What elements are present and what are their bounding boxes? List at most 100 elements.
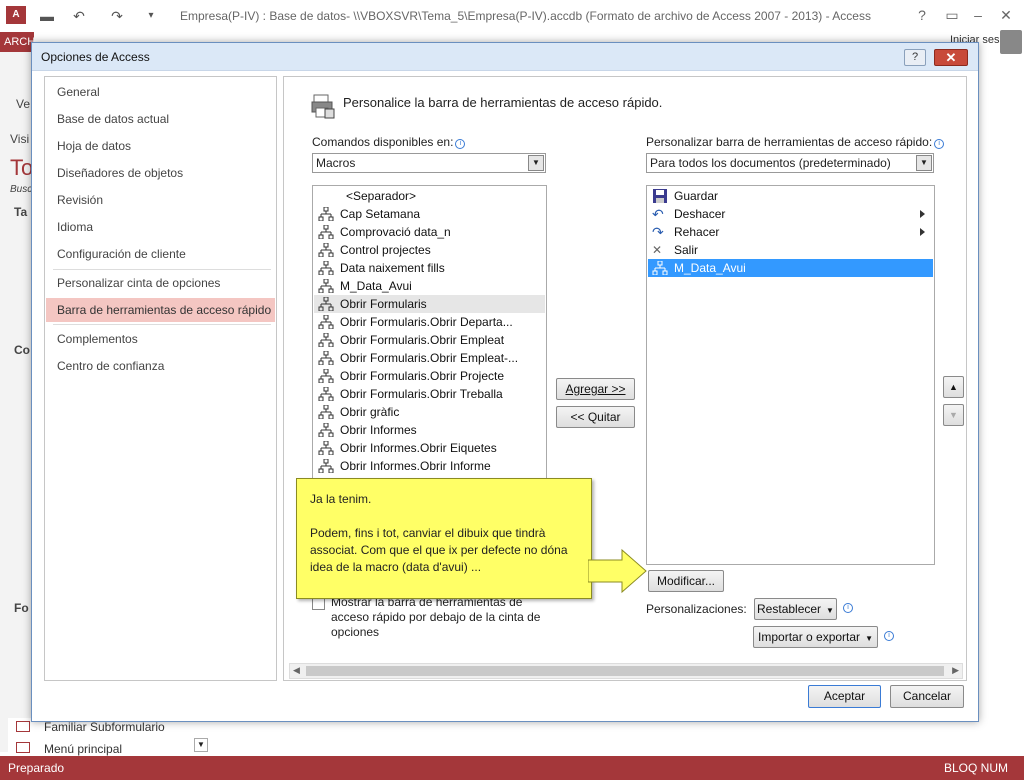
horizontal-scrollbar[interactable]: ◀ ▶: [289, 663, 963, 679]
nav-datasheet[interactable]: Hoja de datos: [46, 134, 275, 158]
list-item[interactable]: Comprovació data_n: [314, 223, 545, 241]
nav-fragment: Visi: [10, 132, 30, 146]
nav-general[interactable]: General: [46, 80, 275, 104]
list-item[interactable]: Obrir gràfic: [314, 403, 545, 421]
toolbar-commands-list[interactable]: Guardar ↶ Deshacer ↷ Rehacer ✕ Salir M_D…: [646, 185, 935, 565]
save-icon: [653, 189, 667, 203]
nav-divider: [53, 324, 271, 325]
available-commands-list[interactable]: <Separador> Cap Setamana Comprovació dat…: [312, 185, 547, 485]
list-item[interactable]: M_Data_Avui: [648, 259, 933, 277]
list-item[interactable]: Obrir Formularis.Obrir Departa...: [314, 313, 545, 331]
callout-line: Ja la tenim.: [310, 492, 372, 506]
options-nav: General Base de datos actual Hoja de dat…: [44, 76, 277, 681]
list-item[interactable]: ✕ Salir: [648, 241, 933, 259]
scrollbar-thumb[interactable]: [306, 666, 944, 676]
nav-language[interactable]: Idioma: [46, 215, 275, 239]
macro-icon: [318, 278, 334, 294]
access-app-icon: A: [6, 6, 26, 24]
list-item[interactable]: ↶ Deshacer: [648, 205, 933, 223]
minimize-icon[interactable]: –: [966, 5, 990, 25]
nav-item-subform[interactable]: Familiar Subformulario: [44, 720, 165, 734]
list-item[interactable]: Obrir Informes.Obrir Informe: [314, 457, 545, 475]
chevron-right-icon: [920, 210, 925, 218]
toolbar-customize-icon: [311, 94, 335, 119]
show-below-ribbon-label: Mostrar la barra de herramientas de acce…: [331, 595, 541, 639]
info-icon: i: [884, 631, 894, 641]
close-window-icon[interactable]: ✕: [994, 5, 1018, 25]
tab-archivo[interactable]: ARCHIVO: [0, 32, 34, 52]
customizations-label: Personalizaciones:: [646, 602, 747, 616]
list-item[interactable]: Cap Setamana: [314, 205, 545, 223]
macro-icon: [318, 368, 334, 384]
chevron-down-icon[interactable]: ▼: [916, 155, 932, 171]
macro-icon: [318, 260, 334, 276]
nav-search-fragment[interactable]: Busc: [10, 184, 32, 195]
list-item[interactable]: Obrir Formularis.Obrir Projecte: [314, 367, 545, 385]
qat-customize-icon[interactable]: ▾: [142, 7, 160, 25]
undo-icon[interactable]: ↶: [70, 7, 88, 25]
redo-icon[interactable]: ↷: [108, 7, 126, 25]
nav-fragment: Fo: [14, 601, 29, 615]
macro-icon: [318, 458, 334, 474]
nav-add-ins[interactable]: Complementos: [46, 327, 275, 351]
dialog-close-button[interactable]: ✕: [934, 49, 968, 66]
list-item[interactable]: M_Data_Avui: [314, 277, 545, 295]
nav-object-designers[interactable]: Diseñadores de objetos: [46, 161, 275, 185]
modify-button[interactable]: Modificar...: [648, 570, 724, 592]
ribbon-display-icon[interactable]: ▭: [940, 5, 964, 25]
list-item[interactable]: Obrir Formularis.Obrir Empleat: [314, 331, 545, 349]
redo-icon: ↷: [652, 224, 664, 240]
remove-button[interactable]: << Quitar: [556, 406, 635, 428]
annotation-callout: Ja la tenim. Podem, fins i tot, canviar …: [296, 478, 592, 599]
nav-trust-center[interactable]: Centro de confianza: [46, 354, 275, 378]
callout-line: Podem, fins i tot, canviar el dibuix que…: [310, 526, 568, 574]
status-bar: Preparado BLOQ NUM: [0, 756, 1024, 780]
add-button[interactable]: Agregar >>: [556, 378, 635, 400]
nav-client-settings[interactable]: Configuración de cliente: [46, 242, 275, 266]
window-title: Empresa(P-IV) : Base de datos- \\VBOXSVR…: [180, 9, 871, 23]
dialog-help-button[interactable]: ?: [904, 49, 926, 66]
move-down-button[interactable]: ▼: [943, 404, 964, 426]
list-item[interactable]: ↷ Rehacer: [648, 223, 933, 241]
macro-icon: [318, 314, 334, 330]
list-item[interactable]: <Separador>: [314, 187, 545, 205]
ok-button[interactable]: Aceptar: [808, 685, 881, 708]
reset-button[interactable]: Restablecer: [754, 598, 837, 620]
callout-arrow-icon: [588, 548, 647, 594]
cancel-button[interactable]: Cancelar: [890, 685, 964, 708]
section-heading: Personalice la barra de herramientas de …: [343, 95, 663, 110]
nav-fragment: Co: [14, 343, 30, 357]
list-item[interactable]: Guardar: [648, 187, 933, 205]
nav-item-main-menu[interactable]: Menú principal: [44, 742, 122, 756]
list-item[interactable]: Obrir Informes: [314, 421, 545, 439]
save-icon[interactable]: ▬: [38, 7, 56, 25]
chevron-down-icon[interactable]: ▼: [528, 155, 544, 171]
list-item[interactable]: Obrir Formularis.Obrir Treballa: [314, 385, 545, 403]
list-item[interactable]: Control projectes: [314, 241, 545, 259]
nav-quick-access-toolbar[interactable]: Barra de herramientas de acceso rápido: [46, 298, 275, 322]
nav-proofing[interactable]: Revisión: [46, 188, 275, 212]
macro-icon: [318, 206, 334, 222]
move-up-button[interactable]: ▲: [943, 376, 964, 398]
list-item[interactable]: Obrir Formularis.Obrir Empleat-...: [314, 349, 545, 367]
scroll-left-icon[interactable]: ◀: [293, 665, 300, 676]
chevron-down-icon[interactable]: ▼: [194, 738, 208, 752]
help-button[interactable]: ?: [910, 5, 934, 25]
commands-select[interactable]: Macros ▼: [312, 153, 546, 173]
list-item[interactable]: Data naixement fills: [314, 259, 545, 277]
scroll-right-icon[interactable]: ▶: [952, 665, 959, 676]
nav-current-database[interactable]: Base de datos actual: [46, 107, 275, 131]
macro-icon: [318, 422, 334, 438]
options-dialog: Opciones de Access ? ✕ General Base de d…: [31, 42, 979, 722]
nav-customize-ribbon[interactable]: Personalizar cinta de opciones: [46, 271, 275, 295]
import-export-button[interactable]: Importar o exportar: [753, 626, 878, 648]
customize-select[interactable]: Para todos los documentos (predeterminad…: [646, 153, 934, 173]
numlock-indicator: BLOQ NUM: [943, 761, 1008, 775]
undo-icon: ↶: [652, 206, 664, 222]
list-item[interactable]: Obrir Informes.Obrir Eiquetes: [314, 439, 545, 457]
info-icon: i: [843, 603, 853, 613]
status-text: Preparado: [8, 761, 65, 775]
info-icon: i: [934, 139, 945, 149]
avatar: [1000, 30, 1022, 54]
list-item[interactable]: Obrir Formularis: [314, 295, 545, 313]
